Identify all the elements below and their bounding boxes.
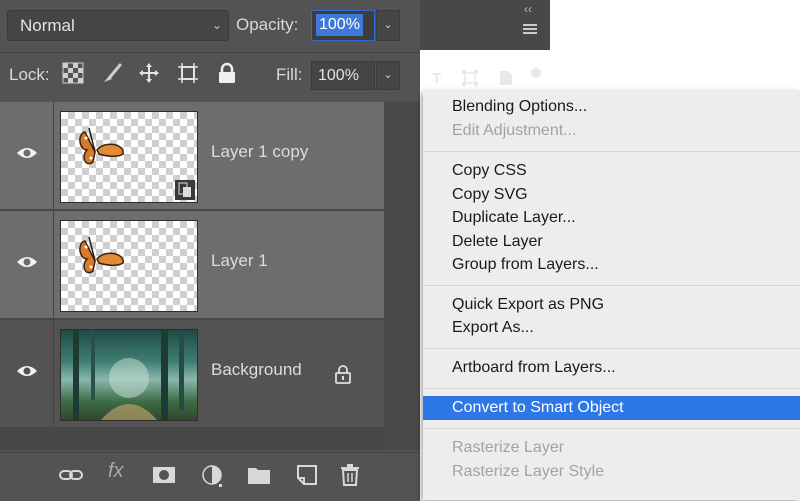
- transform-icon[interactable]: [462, 70, 478, 90]
- visibility-column: [0, 211, 54, 318]
- menu-item-copy-svg[interactable]: Copy SVG: [452, 186, 528, 204]
- folder-icon[interactable]: [247, 464, 271, 491]
- document-icon[interactable]: [499, 70, 513, 90]
- layer-name[interactable]: Background: [211, 360, 302, 380]
- layer-row[interactable]: Background: [0, 320, 384, 427]
- fx-icon[interactable]: fx: [108, 460, 124, 483]
- butterfly-icon: [71, 231, 127, 288]
- lock-position-icon[interactable]: [138, 62, 160, 84]
- menu-item-duplicate-layer[interactable]: Duplicate Layer...: [452, 209, 576, 227]
- blend-opacity-bar: Normal ⌄ Opacity: 100% ⌄: [0, 0, 420, 50]
- chevron-down-icon: ⌄: [211, 18, 222, 32]
- menu-item-rasterize-layer: Rasterize Layer: [452, 439, 565, 456]
- menu-item-rasterize-layer-style: Rasterize Layer Style: [452, 463, 605, 480]
- eye-icon[interactable]: [16, 255, 38, 274]
- fill-input[interactable]: 100%: [311, 61, 375, 90]
- fill-dropdown-button[interactable]: ⌄: [376, 61, 400, 90]
- visibility-column: [0, 320, 54, 427]
- menu-item-edit-adjustment: Edit Adjustment...: [452, 122, 577, 139]
- collapse-icon[interactable]: ‹‹: [524, 2, 532, 16]
- fill-label: Fill:: [276, 65, 303, 84]
- layer-name[interactable]: Layer 1: [211, 251, 268, 271]
- trash-icon[interactable]: [340, 464, 360, 491]
- blend-mode-value: Normal: [20, 16, 75, 35]
- layer-mask-icon[interactable]: [152, 464, 176, 491]
- layer-thumbnail: [60, 220, 198, 312]
- lock-all-icon[interactable]: [216, 62, 238, 84]
- menu-item-group-from-layers[interactable]: Group from Layers...: [452, 256, 599, 274]
- layer-thumbnail: [60, 111, 198, 203]
- menu-item-export-as[interactable]: Export As...: [452, 319, 534, 337]
- menu-separator: [423, 285, 800, 286]
- smart-object-icon: [175, 180, 195, 200]
- fill-value: 100%: [318, 67, 359, 84]
- opacity-dropdown-button[interactable]: ⌄: [376, 10, 400, 41]
- layer-name[interactable]: Layer 1 copy: [211, 142, 308, 162]
- lock-label: Lock:: [9, 65, 50, 84]
- menu-item-delete-layer[interactable]: Delete Layer: [452, 233, 543, 251]
- lock-artboard-icon[interactable]: [177, 62, 199, 84]
- new-layer-icon[interactable]: [296, 464, 318, 491]
- eye-icon[interactable]: [16, 364, 38, 383]
- menu-separator: [423, 428, 800, 429]
- type-tool-icon[interactable]: T: [432, 70, 441, 87]
- menu-separator: [423, 388, 800, 389]
- menu-item-quick-export-png[interactable]: Quick Export as PNG: [452, 296, 604, 314]
- menu-item-artboard-from-layers[interactable]: Artboard from Layers...: [452, 359, 616, 377]
- menu-separator: [423, 151, 800, 152]
- menu-item-blending-options[interactable]: Blending Options...: [452, 98, 587, 116]
- scrollbar[interactable]: [384, 102, 420, 450]
- menu-item-convert-to-smart-object[interactable]: Convert to Smart Object: [452, 399, 624, 417]
- menu-separator: [423, 348, 800, 349]
- adjustment-layer-icon[interactable]: [201, 464, 225, 493]
- forest-image: [60, 329, 198, 421]
- butterfly-icon: [71, 122, 127, 179]
- blend-mode-select[interactable]: Normal ⌄: [7, 10, 229, 41]
- visibility-column: [0, 102, 54, 209]
- eye-icon[interactable]: [16, 146, 38, 165]
- menu-item-copy-css[interactable]: Copy CSS: [452, 162, 527, 180]
- layer-row[interactable]: Layer 1: [0, 211, 384, 318]
- lock-transparent-pixels-icon[interactable]: [62, 62, 84, 84]
- opacity-label: Opacity:: [236, 15, 299, 34]
- dot-icon[interactable]: [530, 66, 542, 83]
- layer-list: Layer 1 copy Layer 1 Background: [0, 102, 384, 450]
- opacity-input[interactable]: 100%: [311, 10, 375, 41]
- lock-image-pixels-icon[interactable]: [100, 62, 122, 84]
- layer-row[interactable]: Layer 1 copy: [0, 102, 384, 209]
- panel-menu-icon[interactable]: [523, 22, 537, 40]
- panel-dock-strip: ‹‹: [420, 0, 550, 50]
- opacity-value: 100%: [316, 14, 363, 36]
- context-menu: Blending Options... Edit Adjustment... C…: [423, 90, 800, 500]
- link-layers-icon[interactable]: [58, 464, 84, 491]
- lock-icon: [334, 364, 352, 389]
